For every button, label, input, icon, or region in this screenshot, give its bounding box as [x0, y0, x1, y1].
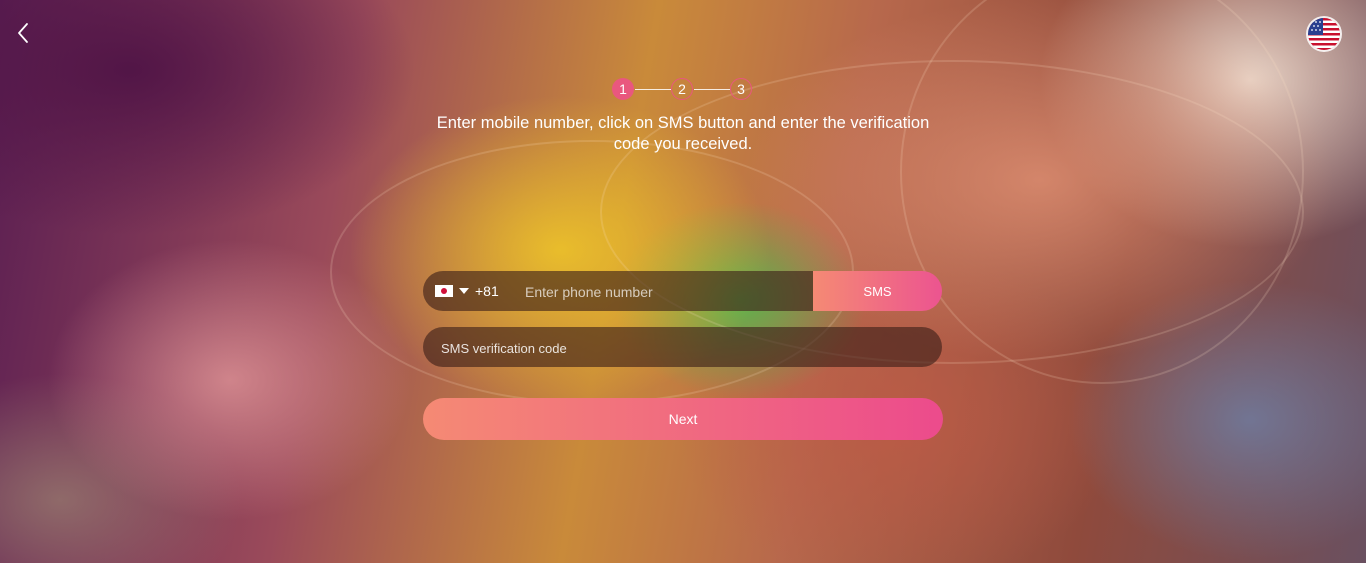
sms-button[interactable]: SMS	[813, 271, 942, 311]
step-2: 2	[671, 78, 693, 100]
verification-code-input[interactable]	[439, 327, 933, 369]
phone-number-input[interactable]	[523, 271, 807, 313]
next-button[interactable]: Next	[423, 398, 943, 440]
verification-code-field	[423, 327, 942, 369]
country-code-selector[interactable]: +81	[435, 271, 499, 311]
step-connector	[635, 89, 671, 90]
step-1: 1	[612, 78, 634, 100]
us-flag-icon	[1308, 18, 1340, 50]
step-3: 3	[730, 78, 752, 100]
phone-row: +81 SMS	[423, 271, 942, 313]
caret-down-icon	[459, 288, 469, 294]
back-button[interactable]	[12, 20, 36, 46]
instruction-text: Enter mobile number, click on SMS button…	[436, 114, 930, 153]
step-connector	[694, 89, 730, 90]
jp-flag-icon	[435, 285, 453, 297]
phone-field: +81	[423, 271, 815, 313]
step-indicator: 1 2 3	[610, 78, 756, 104]
language-selector[interactable]	[1308, 18, 1340, 50]
dial-code: +81	[475, 283, 499, 299]
chevron-left-icon	[18, 23, 28, 43]
